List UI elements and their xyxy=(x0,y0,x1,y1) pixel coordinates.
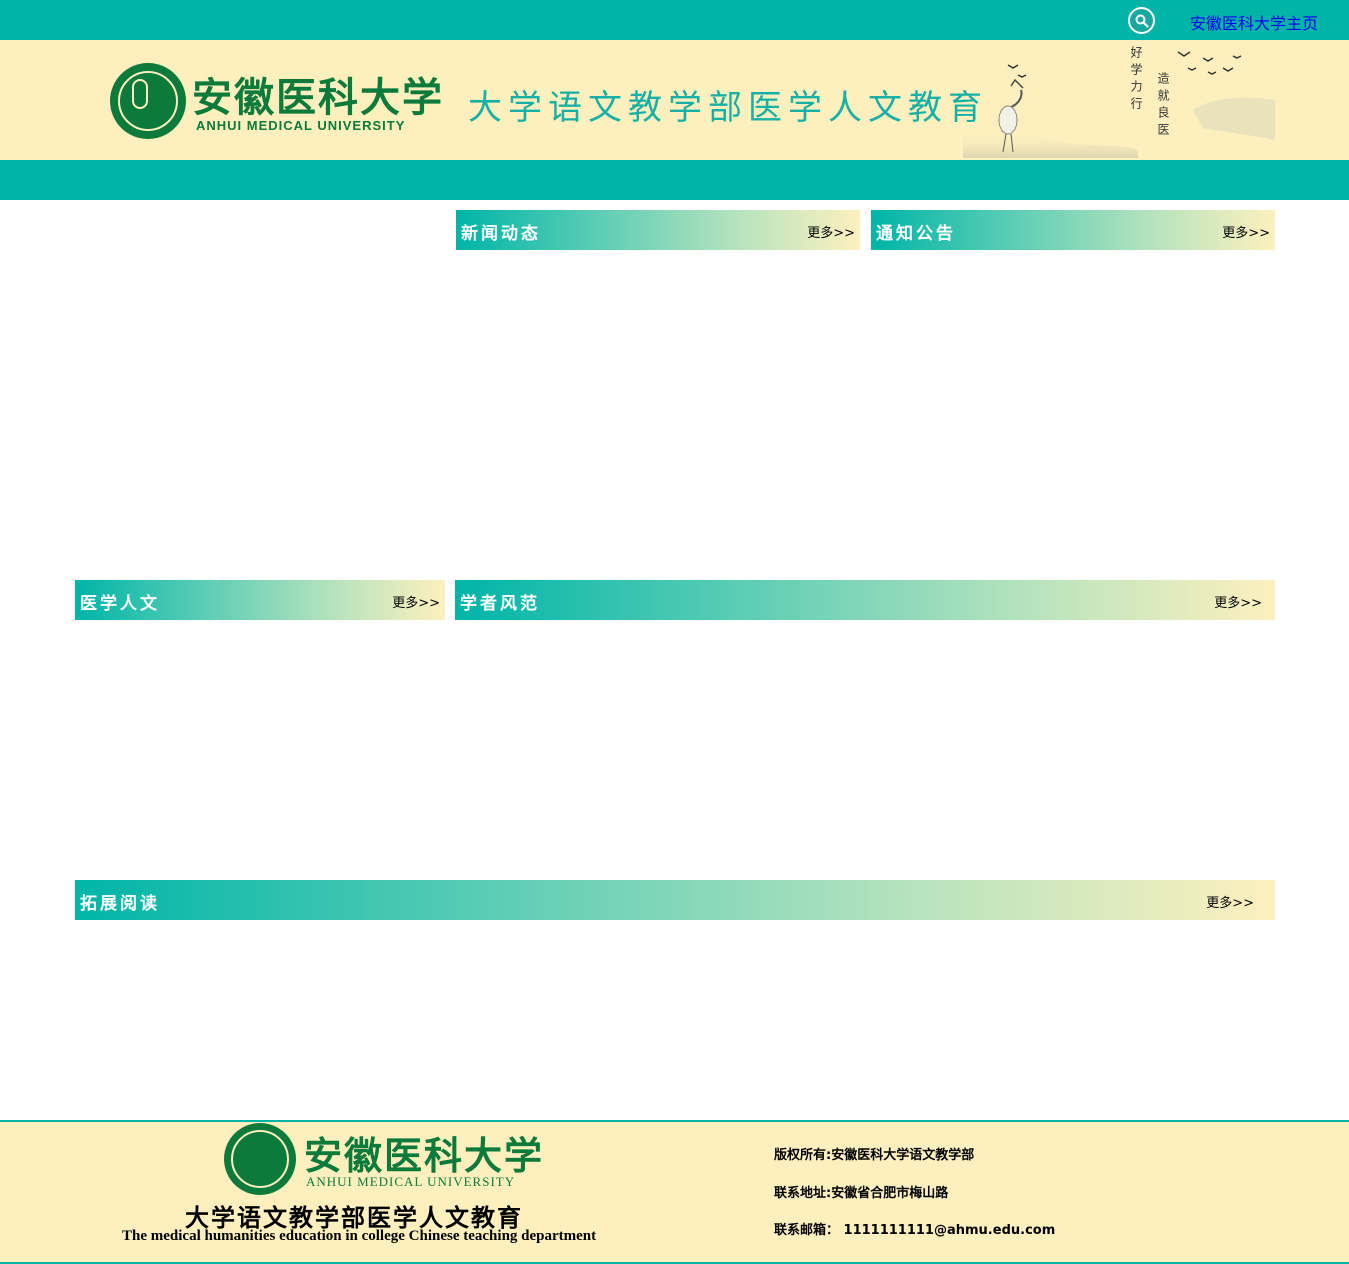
header-banner: 安徽医科大学 ANHUI MEDICAL UNIVERSITY 大学语文教学部医… xyxy=(0,40,1349,160)
news-panel-header: 新闻动态 更多>> xyxy=(456,210,860,250)
news-panel-title: 新闻动态 xyxy=(461,224,541,244)
footer-subtitle: The medical humanities education in coll… xyxy=(122,1228,597,1244)
footer-logo: 安徽医科大学 ANHUI MEDICAL UNIVERSITY xyxy=(224,1123,542,1195)
footer-logo-chinese-name: 安徽医科大学 xyxy=(304,1133,545,1178)
university-home-link[interactable]: 安徽医科大学主页 xyxy=(1190,10,1318,34)
humanities-panel-header: 医学人文 更多>> xyxy=(75,580,445,620)
humanities-more-link[interactable]: 更多>> xyxy=(392,592,440,611)
footer: 安徽医科大学 ANHUI MEDICAL UNIVERSITY 大学语文教学部医… xyxy=(0,1120,1349,1264)
humanities-panel-title: 医学人文 xyxy=(80,594,160,614)
search-button[interactable] xyxy=(1128,7,1155,34)
logo-english-name: ANHUI MEDICAL UNIVERSITY xyxy=(196,118,406,133)
notice-panel-header: 通知公告 更多>> xyxy=(871,210,1275,250)
top-bar: 安徽医科大学主页 xyxy=(0,0,1349,40)
search-icon xyxy=(1135,14,1149,28)
university-seal-icon xyxy=(110,63,186,139)
ink-painting-crane-image xyxy=(963,51,1275,158)
footer-address: 联系地址:安徽省合肥市梅山路 xyxy=(774,1186,949,1201)
scholars-more-link[interactable]: 更多>> xyxy=(1214,592,1262,611)
scholars-panel-header: 学者风范 更多>> xyxy=(455,580,1275,620)
news-more-link[interactable]: 更多>> xyxy=(807,222,855,241)
university-logo[interactable]: 安徽医科大学 ANHUI MEDICAL UNIVERSITY xyxy=(110,63,442,139)
site-title: 大学语文教学部医学人文教育 xyxy=(468,88,988,128)
motto-right: 造就良医 xyxy=(1156,72,1170,140)
notice-panel-title: 通知公告 xyxy=(876,224,956,244)
footer-logo-english-name: ANHUI MEDICAL UNIVERSITY xyxy=(306,1174,516,1189)
logo-chinese-name: 安徽医科大学 xyxy=(192,74,444,121)
footer-seal-icon xyxy=(224,1123,296,1195)
navigation-bar xyxy=(0,160,1349,200)
reading-panel-header: 拓展阅读 更多>> xyxy=(75,880,1275,920)
reading-panel-title: 拓展阅读 xyxy=(80,894,160,914)
scholars-panel-title: 学者风范 xyxy=(460,594,540,614)
footer-copyright: 版权所有:安徽医科大学语文教学部 xyxy=(774,1148,975,1163)
footer-email: 联系邮箱： 1111111111@ahmu.edu.com xyxy=(774,1223,1056,1238)
notice-more-link[interactable]: 更多>> xyxy=(1222,222,1270,241)
motto-left: 好学力行 xyxy=(1129,46,1143,114)
reading-more-link[interactable]: 更多>> xyxy=(1206,892,1254,911)
